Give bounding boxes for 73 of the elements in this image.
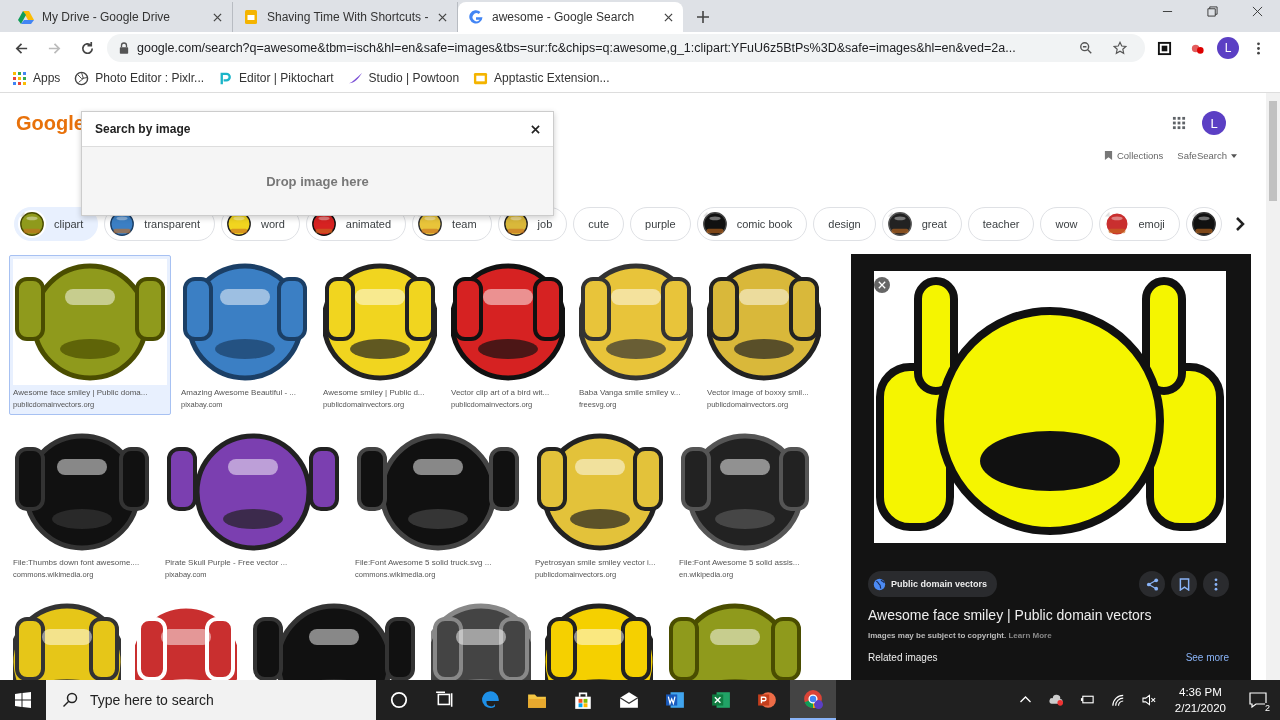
safesearch-dropdown[interactable]: SafeSearch (1177, 150, 1237, 161)
google-icon (468, 9, 484, 25)
chrome-taskbar-button[interactable] (790, 680, 836, 720)
close-icon[interactable] (664, 12, 673, 22)
browser-tab[interactable]: awesome - Google Search (458, 2, 683, 32)
more-button[interactable] (1203, 571, 1229, 597)
result-title: Vector clip art of a bird wit... (451, 388, 551, 397)
speech-bubble-icon (1249, 692, 1267, 708)
save-button[interactable] (1171, 571, 1197, 597)
result-title: File:Font Awesome 5 solid assis... (679, 558, 801, 567)
address-bar[interactable]: google.com/search?q=awesome&tbm=isch&hl=en&safe=images&tbs=sur:fc&chips=q:awesome,g_1:clipart:YFuU6z5BtPs%3D&safe=images&hl=en&ved=2a... (107, 34, 1145, 62)
drive-icon (18, 9, 34, 25)
search-field[interactable]: Type here to search (46, 680, 376, 720)
section-heading: Related images (868, 652, 938, 663)
new-tab-icon[interactable] (697, 11, 709, 23)
share-icon (1145, 577, 1159, 591)
close-icon (878, 281, 886, 289)
result-title: Awesome smiley | Public d... (323, 388, 426, 397)
close-icon[interactable] (213, 12, 222, 22)
url-text: google.com/search?q=awesome&tbm=isch&hl=en&safe=images&tbs=sur:fc&chips=q:awesome,g_1:clipart:YFuU6z5BtPs%3D&safe=images&hl=en&ved=2a... (137, 41, 1017, 55)
search-icon (62, 692, 78, 708)
result-title: Awesome face smiley | Public doma... (13, 388, 149, 397)
tab-title: Shaving Time With Shortcuts - (267, 10, 430, 24)
result-title: Vector image of boxxy smil... (707, 388, 810, 397)
slides-icon (243, 9, 259, 25)
notification-count: 2 (1265, 703, 1270, 713)
restore-icon[interactable] (1207, 5, 1218, 17)
apps-grid-icon[interactable] (1172, 116, 1186, 130)
bookmark[interactable]: Studio | Powtoon (347, 70, 460, 86)
profile-avatar[interactable]: L (1202, 111, 1226, 135)
bookmark[interactable]: Editor | Piktochart (218, 70, 334, 86)
bookmark[interactable]: Apptastic Extension... (473, 70, 610, 86)
copyright-notice: Images may be subject to copyright. Learn More (868, 631, 1053, 640)
aperture-icon (74, 70, 90, 86)
close-icon[interactable] (1252, 5, 1263, 17)
tab-title: My Drive - Google Drive (42, 10, 172, 24)
profile-avatar[interactable]: L (1217, 37, 1239, 59)
see-more-link[interactable]: See more (1185, 652, 1229, 663)
folder-icon (473, 70, 489, 86)
preview-title[interactable]: Awesome face smiley | Public domain vectors (868, 607, 1229, 623)
bookmark[interactable]: Apps (12, 70, 61, 86)
notification-button[interactable]: 2 (1236, 680, 1280, 720)
bookmark-icon (1103, 150, 1113, 161)
collections-link[interactable]: Collections (1103, 150, 1164, 161)
tab-title: awesome - Google Search (492, 10, 636, 24)
source-chip[interactable]: Public domain vectors (868, 571, 998, 597)
filter-chip[interactable]: clipart (14, 207, 99, 241)
clock-time[interactable]: 4:36 PM (1179, 684, 1222, 700)
bookmark[interactable]: Photo Editor : Pixlr... (74, 70, 205, 86)
close-icon[interactable] (531, 124, 540, 134)
chrome-icon (803, 689, 823, 709)
bookmark-icon (1178, 577, 1190, 591)
drop-zone-text: Drop image here (266, 173, 369, 189)
close-icon[interactable] (438, 12, 447, 22)
result-title: Baba Vanga smile smiley v... (579, 388, 682, 397)
dialog-title: Search by image (95, 122, 191, 136)
apps-grid-icon (12, 70, 27, 86)
globe-icon (873, 577, 886, 591)
share-button[interactable] (1139, 571, 1165, 597)
learn-more-link[interactable]: Learn More (1008, 631, 1052, 640)
result-title: File:Font Awesome 5 solid truck.svg ... (355, 558, 493, 567)
result-title: Pirate Skull Purple - Free vector ... (165, 558, 289, 567)
swoosh-icon (347, 70, 363, 86)
clock-date[interactable]: 2/21/2020 (1174, 700, 1226, 716)
more-icon (1214, 577, 1218, 591)
lock-icon (119, 42, 129, 54)
result-title: Pyetrosyan smile smiley vector i... (535, 558, 657, 567)
caret-icon (1231, 153, 1237, 158)
chevron-right-icon (1234, 216, 1245, 232)
result-title: File:Thumbs down font awesome.... (13, 558, 141, 567)
scrollbar[interactable] (1266, 93, 1280, 680)
result-title: Amazing Awesome Beautiful - ... (181, 388, 298, 397)
piktochart-icon (218, 70, 234, 86)
